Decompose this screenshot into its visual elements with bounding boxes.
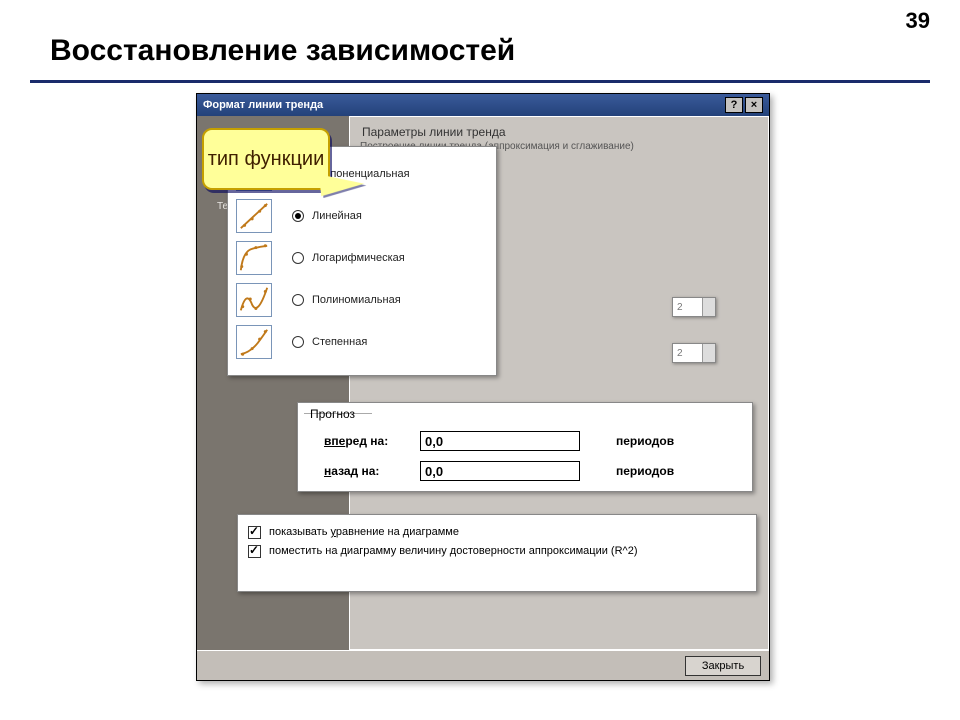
- linear-curve-icon: [236, 199, 272, 233]
- pow-radio[interactable]: [292, 336, 304, 348]
- dialog-titlebar: Формат линии тренда ? ×: [197, 94, 769, 116]
- dialog-title: Формат линии тренда: [203, 99, 723, 111]
- backward-label: назад на:: [324, 464, 420, 478]
- trend-option-pow[interactable]: Степенная: [232, 321, 492, 363]
- log-radio-label: Логарифмическая: [312, 252, 405, 264]
- poly-radio[interactable]: [292, 294, 304, 306]
- panel-title: Параметры линии тренда: [350, 117, 768, 139]
- show-r2-label: поместить на диаграмму величину достовер…: [269, 544, 637, 559]
- lin-radio[interactable]: [292, 210, 304, 222]
- trend-option-log[interactable]: Логарифмическая: [232, 237, 492, 279]
- show-equation-checkbox[interactable]: [248, 526, 261, 539]
- log-curve-icon: [236, 241, 272, 275]
- log-radio[interactable]: [292, 252, 304, 264]
- poly-order-value: 2: [677, 302, 683, 313]
- page-title: Восстановление зависимостей: [50, 34, 515, 68]
- display-options-group: показывать уравнение на диаграмме помест…: [237, 514, 757, 592]
- close-x-button[interactable]: ×: [745, 97, 763, 113]
- show-equation-label: показывать уравнение на диаграмме: [269, 525, 459, 540]
- callout-bubble: тип функции: [202, 128, 330, 190]
- callout-tail: [319, 170, 365, 196]
- poly-order-spin[interactable]: 2: [672, 297, 716, 317]
- power-curve-icon: [236, 325, 272, 359]
- pow-radio-label: Степенная: [312, 336, 367, 348]
- poly-radio-label: Полиномиальная: [312, 294, 401, 306]
- moving-period-spin[interactable]: 2: [672, 343, 716, 363]
- trend-option-lin[interactable]: Линейная: [232, 195, 492, 237]
- forecast-group: Прогноз вперед на: периодов назад на: пе…: [297, 402, 753, 492]
- forward-unit: периодов: [616, 434, 674, 448]
- dialog-bottom-bar: Закрыть: [197, 650, 769, 680]
- trend-option-poly[interactable]: Полиномиальная: [232, 279, 492, 321]
- poly-curve-icon: [236, 283, 272, 317]
- forward-label: вперед на:: [324, 434, 420, 448]
- backward-input[interactable]: [420, 461, 580, 481]
- page-number: 39: [906, 8, 930, 34]
- moving-period-value: 2: [677, 348, 683, 359]
- close-button[interactable]: Закрыть: [685, 656, 761, 676]
- show-r2-checkbox[interactable]: [248, 545, 261, 558]
- lin-radio-label: Линейная: [312, 210, 362, 222]
- forward-input[interactable]: [420, 431, 580, 451]
- title-divider: [30, 80, 930, 83]
- forecast-label: Прогноз: [310, 407, 355, 421]
- help-button[interactable]: ?: [725, 97, 743, 113]
- backward-unit: периодов: [616, 464, 674, 478]
